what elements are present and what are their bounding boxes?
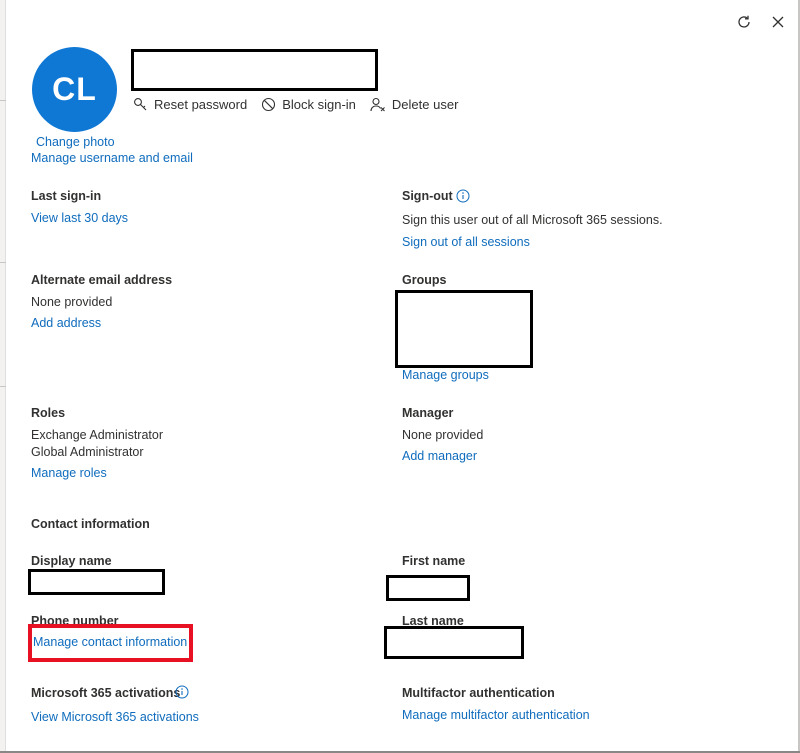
display-name-label: Display name bbox=[31, 554, 112, 568]
contact-information-heading: Contact information bbox=[31, 517, 150, 531]
reset-password-button[interactable]: Reset password bbox=[133, 97, 247, 112]
redacted-groups-list bbox=[395, 290, 533, 368]
first-name-label: First name bbox=[402, 554, 466, 568]
add-address-link[interactable]: Add address bbox=[31, 316, 101, 330]
user-actions-bar: Reset password Block sign-in Delete user bbox=[133, 97, 472, 112]
view-last-30-days-link[interactable]: View last 30 days bbox=[31, 211, 128, 225]
redacted-display-name bbox=[28, 569, 165, 595]
alternate-email-label: Alternate email address bbox=[31, 273, 173, 287]
manager-label: Manager bbox=[402, 406, 454, 420]
delete-user-icon bbox=[370, 97, 385, 112]
role-global-administrator: Global Administrator bbox=[31, 445, 144, 459]
refresh-icon[interactable] bbox=[734, 12, 754, 32]
info-icon[interactable] bbox=[456, 189, 470, 208]
block-signin-button[interactable]: Block sign-in bbox=[261, 97, 356, 112]
manager-value: None provided bbox=[402, 428, 484, 442]
background-panel-edge bbox=[0, 0, 6, 753]
user-avatar: CL bbox=[32, 47, 117, 132]
panel-top-actions bbox=[734, 12, 788, 32]
manage-mfa-link[interactable]: Manage multifactor authentication bbox=[402, 708, 590, 722]
redacted-first-name bbox=[386, 575, 470, 601]
redacted-last-name bbox=[384, 626, 524, 659]
last-signin-label: Last sign-in bbox=[31, 189, 102, 203]
highlight-box bbox=[28, 624, 193, 662]
delete-user-button[interactable]: Delete user bbox=[370, 97, 458, 112]
redacted-user-name bbox=[131, 49, 378, 91]
activations-label: Microsoft 365 activations bbox=[31, 686, 181, 700]
close-icon[interactable] bbox=[768, 12, 788, 32]
mfa-label: Multifactor authentication bbox=[402, 686, 555, 700]
manage-username-link[interactable]: Manage username and email bbox=[31, 151, 193, 165]
role-exchange-administrator: Exchange Administrator bbox=[31, 428, 164, 442]
roles-label: Roles bbox=[31, 406, 66, 420]
reset-password-label: Reset password bbox=[154, 97, 248, 112]
block-signin-label: Block sign-in bbox=[282, 97, 356, 112]
block-icon bbox=[262, 97, 276, 112]
manage-roles-link[interactable]: Manage roles bbox=[31, 466, 107, 480]
key-icon bbox=[134, 98, 147, 111]
manage-groups-link[interactable]: Manage groups bbox=[402, 368, 489, 382]
add-manager-link[interactable]: Add manager bbox=[402, 449, 477, 463]
view-activations-link[interactable]: View Microsoft 365 activations bbox=[31, 710, 199, 724]
signout-label: Sign-out bbox=[402, 189, 453, 203]
sign-out-all-sessions-link[interactable]: Sign out of all sessions bbox=[402, 235, 530, 249]
change-photo-link[interactable]: Change photo bbox=[36, 135, 115, 149]
delete-user-label: Delete user bbox=[391, 97, 459, 112]
alternate-email-value: None provided bbox=[31, 295, 113, 309]
info-icon[interactable] bbox=[175, 685, 189, 704]
groups-label: Groups bbox=[402, 273, 447, 287]
avatar-initials: CL bbox=[52, 71, 97, 107]
signout-description: Sign this user out of all Microsoft 365 … bbox=[402, 213, 663, 227]
